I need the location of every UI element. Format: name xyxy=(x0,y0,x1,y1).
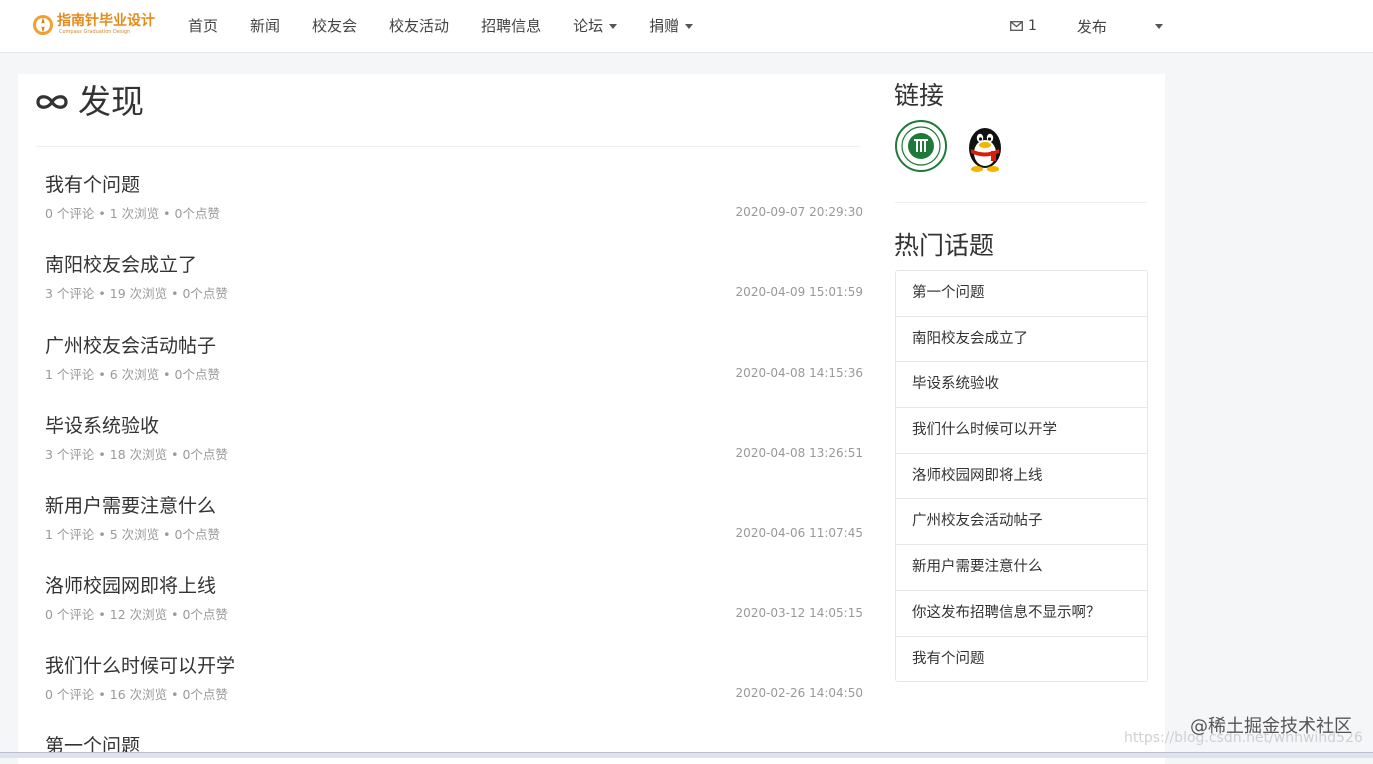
post-title-link[interactable]: 毕设系统验收 xyxy=(45,413,159,439)
nav-alumni-activities[interactable]: 校友活动 xyxy=(373,0,465,52)
post-meta: 0 个评论 • 12 次浏览 • 0个点赞 xyxy=(45,607,228,622)
post-date: 2020-04-08 14:15:36 xyxy=(735,366,863,380)
post-title-link[interactable]: 新用户需要注意什么 xyxy=(45,493,216,519)
sidebar-divider xyxy=(895,202,1147,203)
chevron-down-icon xyxy=(685,23,694,29)
post-date: 2020-02-26 14:04:50 xyxy=(735,686,863,700)
site-logo[interactable]: 指南针毕业设计 Compass Graduation Design xyxy=(32,14,155,36)
post-date: 2020-03-12 14:05:15 xyxy=(735,606,863,620)
post-item: 毕设系统验收 3 个评论 • 18 次浏览 • 0个点赞 2020-04-08 … xyxy=(45,413,863,483)
hot-topic-item[interactable]: 广州校友会活动帖子 xyxy=(896,499,1147,546)
nav-alumni-association[interactable]: 校友会 xyxy=(296,0,373,52)
post-meta: 3 个评论 • 18 次浏览 • 0个点赞 xyxy=(45,447,228,462)
mail-icon xyxy=(1010,21,1023,31)
post-date: 2020-04-08 13:26:51 xyxy=(735,446,863,460)
post-title-link[interactable]: 洛师校园网即将上线 xyxy=(45,573,216,599)
hot-topics-heading: 热门话题 xyxy=(894,231,995,260)
post-title-link[interactable]: 我有个问题 xyxy=(45,172,140,198)
infinity-icon xyxy=(36,95,68,109)
post-item: 南阳校友会成立了 3 个评论 • 19 次浏览 • 0个点赞 2020-04-0… xyxy=(45,252,863,322)
post-date: 2020-04-06 11:07:45 xyxy=(735,526,863,540)
top-navbar: 指南针毕业设计 Compass Graduation Design 首页 新闻 … xyxy=(0,0,1373,53)
hot-topic-item[interactable]: 你这发布招聘信息不显示啊？ xyxy=(896,591,1147,637)
post-title-link[interactable]: 广州校友会活动帖子 xyxy=(45,333,216,359)
chevron-down-icon xyxy=(609,23,618,29)
post-title-link[interactable]: 我们什么时候可以开学 xyxy=(45,653,235,679)
post-item: 第一个问题 xyxy=(45,733,863,752)
hot-topic-item[interactable]: 南阳校友会成立了 xyxy=(896,317,1147,363)
messages-count: 1 xyxy=(1028,18,1037,34)
nav-jobs[interactable]: 招聘信息 xyxy=(465,0,557,52)
hot-topic-item[interactable]: 洛师校园网即将上线 xyxy=(896,454,1147,500)
window-bottom-edge xyxy=(0,752,1373,758)
nav-news[interactable]: 新闻 xyxy=(234,0,296,52)
post-item: 我有个问题 0 个评论 • 1 次浏览 • 0个点赞 2020-09-07 20… xyxy=(45,172,863,242)
user-menu-dropdown-icon[interactable] xyxy=(1154,23,1163,29)
post-title-link[interactable]: 第一个问题 xyxy=(45,733,140,752)
nav-right: 1 发布 xyxy=(1000,0,1163,52)
site-watermark: @稀土掘金技术社区 xyxy=(1190,716,1352,737)
post-date: 2020-04-09 15:01:59 xyxy=(735,285,863,299)
links-row xyxy=(894,118,1022,174)
publish-button[interactable]: 发布 xyxy=(1047,16,1115,37)
post-meta: 1 个评论 • 5 次浏览 • 0个点赞 xyxy=(45,527,220,542)
post-date: 2020-09-07 20:29:30 xyxy=(735,205,863,219)
post-item: 洛师校园网即将上线 0 个评论 • 12 次浏览 • 0个点赞 2020-03-… xyxy=(45,573,863,643)
qq-penguin-icon[interactable] xyxy=(958,118,1012,174)
post-meta: 1 个评论 • 6 次浏览 • 0个点赞 xyxy=(45,367,220,382)
post-item: 广州校友会活动帖子 1 个评论 • 6 次浏览 • 0个点赞 2020-04-0… xyxy=(45,333,863,403)
post-item: 新用户需要注意什么 1 个评论 • 5 次浏览 • 0个点赞 2020-04-0… xyxy=(45,493,863,563)
hot-topic-item[interactable]: 我有个问题 xyxy=(896,637,1147,682)
messages-button[interactable]: 1 xyxy=(1000,18,1047,34)
school-emblem-icon[interactable] xyxy=(894,118,948,174)
post-item: 我们什么时候可以开学 0 个评论 • 16 次浏览 • 0个点赞 2020-02… xyxy=(45,653,863,723)
nav-forum-dropdown[interactable]: 论坛 xyxy=(557,0,633,52)
logo-title: 指南针毕业设计 xyxy=(57,13,155,29)
links-heading: 链接 xyxy=(894,81,945,110)
nav-home[interactable]: 首页 xyxy=(172,0,234,52)
post-meta: 3 个评论 • 19 次浏览 • 0个点赞 xyxy=(45,286,228,301)
post-title-link[interactable]: 南阳校友会成立了 xyxy=(45,252,197,278)
title-divider xyxy=(36,146,860,147)
post-meta: 0 个评论 • 1 次浏览 • 0个点赞 xyxy=(45,206,220,221)
hot-topic-item[interactable]: 我们什么时候可以开学 xyxy=(896,408,1147,454)
page-title: 发现 xyxy=(34,80,144,124)
logo-subtitle: Compass Graduation Design xyxy=(59,29,131,35)
hot-topics-list: 第一个问题 南阳校友会成立了 毕设系统验收 我们什么时候可以开学 洛师校园网即将… xyxy=(895,270,1148,683)
hot-topic-item[interactable]: 第一个问题 xyxy=(896,271,1147,317)
main-nav: 首页 新闻 校友会 校友活动 招聘信息 论坛 捐赠 xyxy=(172,0,709,52)
hot-topic-item[interactable]: 新用户需要注意什么 xyxy=(896,545,1147,591)
compass-logo-icon xyxy=(33,15,53,35)
nav-donate-dropdown[interactable]: 捐赠 xyxy=(633,0,709,52)
hot-topic-item[interactable]: 毕设系统验收 xyxy=(896,362,1147,409)
post-meta: 0 个评论 • 16 次浏览 • 0个点赞 xyxy=(45,687,228,702)
